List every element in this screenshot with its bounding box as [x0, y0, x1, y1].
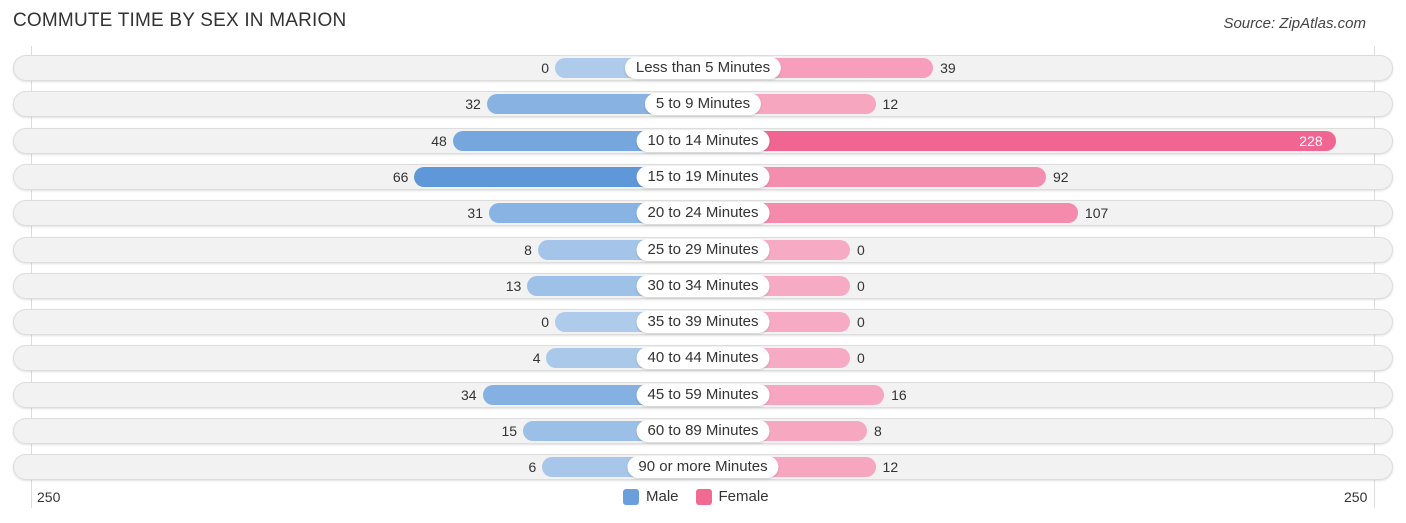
legend-label-male: Male — [646, 488, 679, 505]
value-label-female: 228 — [1299, 132, 1323, 149]
chart-title: COMMUTE TIME BY SEX IN MARION — [13, 10, 347, 31]
value-label-male: 15 — [501, 423, 518, 439]
category-label: 20 to 24 Minutes — [636, 202, 770, 225]
value-label-female: 0 — [857, 350, 865, 367]
axis-left-tick: 250 — [37, 489, 61, 505]
value-label-female: 8 — [874, 423, 882, 439]
value-label-female: 0 — [857, 314, 865, 331]
value-label-female: 0 — [857, 277, 865, 294]
bar-female — [703, 130, 1336, 151]
legend: Male Female — [623, 488, 769, 505]
value-label-female: 12 — [882, 459, 899, 476]
value-label-male: 32 — [465, 96, 481, 113]
value-label-female: 0 — [857, 241, 865, 258]
axis-right-tick: 250 — [1344, 489, 1368, 505]
value-label-male: 48 — [431, 132, 447, 149]
value-label-male: 0 — [541, 314, 549, 331]
value-label-female: 92 — [1052, 168, 1069, 185]
category-label: 35 to 39 Minutes — [636, 311, 770, 334]
value-label-male: 0 — [541, 60, 549, 76]
legend-label-female: Female — [718, 488, 769, 505]
value-label-male: 34 — [461, 386, 477, 403]
category-label: 25 to 29 Minutes — [636, 238, 770, 261]
value-label-male: 13 — [505, 277, 522, 294]
value-label-male: 4 — [532, 350, 541, 367]
category-label: Less than 5 Minutes — [624, 57, 782, 79]
value-label-female: 107 — [1084, 205, 1109, 222]
value-label-female: 16 — [891, 386, 907, 403]
value-label-female: 12 — [882, 96, 899, 113]
value-label-male: 8 — [524, 241, 532, 258]
value-label-female: 39 — [940, 60, 956, 76]
value-label-male: 66 — [392, 168, 409, 185]
category-label: 5 to 9 Minutes — [644, 93, 762, 116]
category-label: 90 or more Minutes — [627, 456, 779, 479]
value-label-male: 6 — [528, 459, 537, 476]
category-label: 40 to 44 Minutes — [636, 347, 770, 370]
category-label: 45 to 59 Minutes — [636, 383, 770, 406]
category-label: 15 to 19 Minutes — [636, 165, 770, 188]
category-label: 30 to 34 Minutes — [636, 274, 770, 297]
category-label: 10 to 14 Minutes — [636, 129, 770, 152]
category-label: 60 to 89 Minutes — [636, 420, 770, 442]
value-label-male: 31 — [467, 205, 483, 222]
legend-swatch-male — [623, 488, 639, 505]
source-label: Source: ZipAtlas.com — [1223, 15, 1366, 32]
legend-swatch-female — [695, 488, 712, 505]
